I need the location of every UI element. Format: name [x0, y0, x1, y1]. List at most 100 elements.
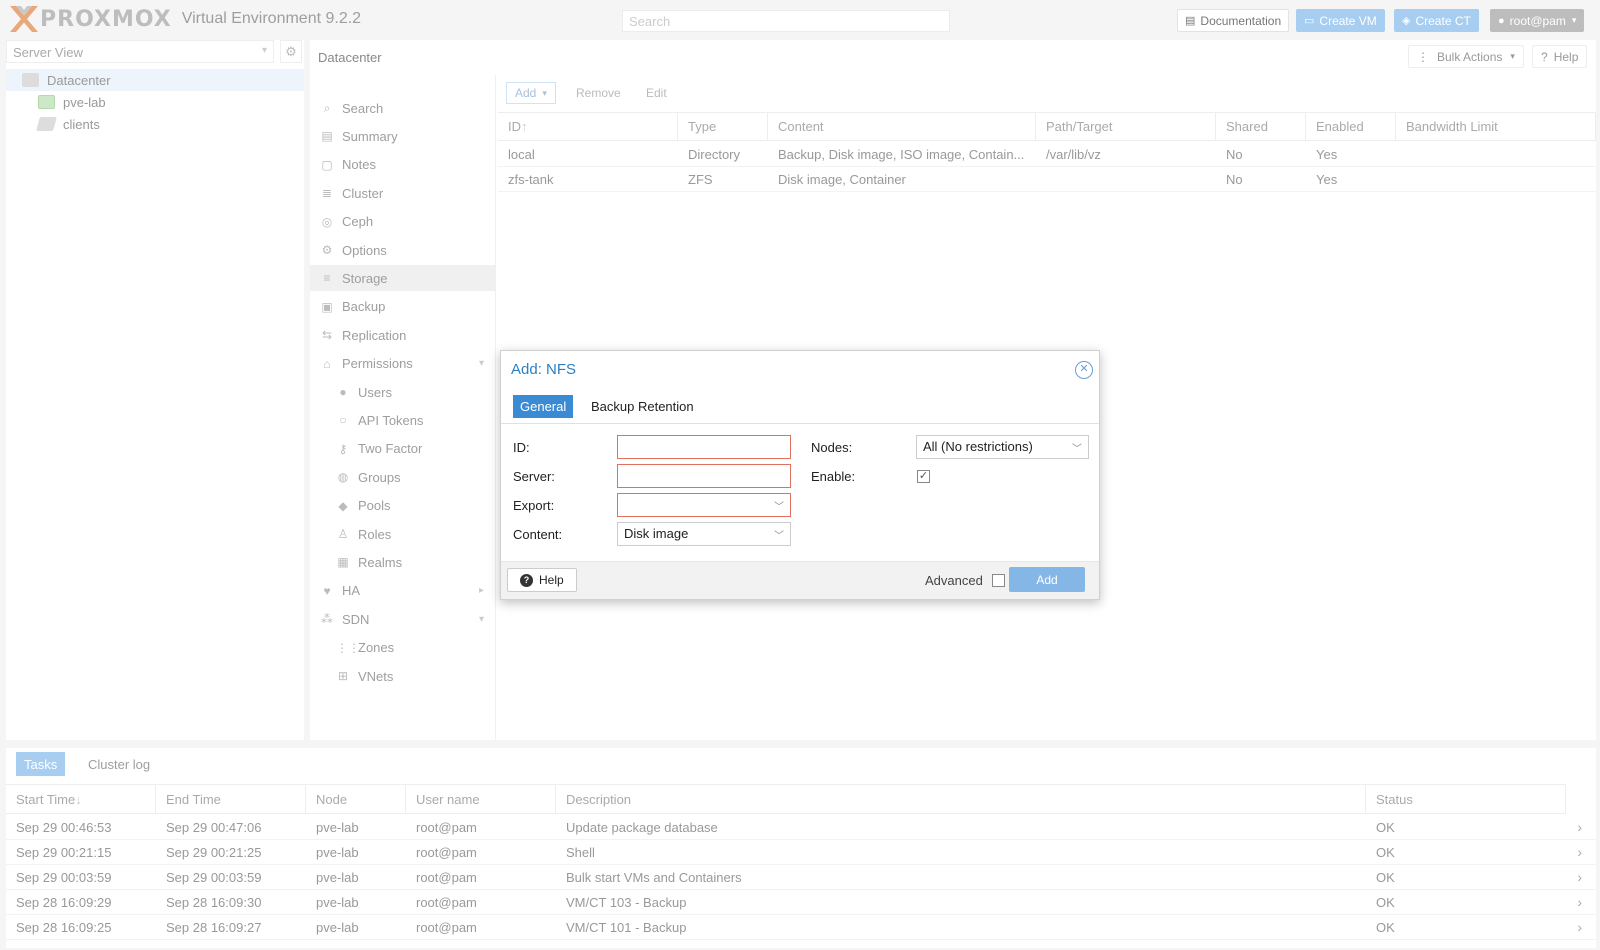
chevron-right-icon[interactable]: ›	[1577, 869, 1582, 885]
nav-item-pools[interactable]: ◆ Pools	[310, 493, 496, 519]
remove-button[interactable]: Remove	[568, 82, 629, 104]
server-input[interactable]	[617, 464, 791, 488]
log-cell: Shell	[566, 845, 595, 860]
nav-item-zones[interactable]: ⋮⋮ Zones	[310, 635, 496, 661]
nav-item-sdn[interactable]: ⁂ SDN ▾	[310, 606, 496, 632]
nav-item-two-factor[interactable]: ⚷ Two Factor	[310, 436, 496, 462]
nav-item-vnets[interactable]: ⊞ VNets	[310, 663, 496, 689]
tree-item-clients[interactable]: clients	[6, 113, 304, 135]
add-nfs-dialog: Add: NFS ✕ General Backup Retention ID: …	[500, 350, 1100, 600]
log-header-status[interactable]: Status	[1366, 784, 1566, 814]
nav-item-notes[interactable]: ▢ Notes	[310, 152, 496, 178]
content-select[interactable]: Disk image ﹀	[617, 522, 791, 546]
table-row[interactable]: zfs-tank ZFS Disk image, Container No Yes	[498, 167, 1596, 192]
log-cell: Sep 29 00:21:15	[16, 845, 112, 860]
male-icon: ♙	[337, 527, 349, 541]
log-row[interactable]: Sep 28 16:09:25 Sep 28 16:09:27 pve-lab roo…	[6, 915, 1596, 940]
column-header-type[interactable]: Type	[678, 112, 768, 141]
nav-item-users[interactable]: ● Users	[310, 379, 496, 405]
tree-item-pve-lab[interactable]: pve-lab	[6, 91, 304, 113]
note-icon: ▢	[321, 157, 333, 172]
nav-item-search[interactable]: ⌕ Search	[310, 95, 496, 121]
column-header-content[interactable]: Content	[768, 112, 1036, 141]
advanced-checkbox[interactable]	[992, 574, 1005, 587]
create-ct-button[interactable]: ◈ Create CT	[1394, 9, 1479, 32]
nav-item-label: Storage	[342, 270, 388, 286]
column-header-id[interactable]: ID ↑	[498, 112, 678, 141]
dialog-help-button[interactable]: ? Help	[507, 568, 577, 592]
log-header-start-time[interactable]: Start Time ↓	[6, 784, 156, 814]
chevron-right-icon[interactable]: ›	[1577, 919, 1582, 935]
question-circle-icon: ?	[1541, 49, 1548, 64]
nav-item-ceph[interactable]: ◎ Ceph	[310, 209, 496, 235]
chevron-down-icon[interactable]: ▾	[479, 614, 484, 625]
help-button[interactable]: ? Help	[1532, 45, 1588, 68]
global-search-input[interactable]: Search	[622, 10, 950, 32]
column-header-enabled[interactable]: Enabled	[1306, 112, 1396, 141]
log-cell: OK	[1376, 820, 1395, 835]
log-row[interactable]: Sep 29 00:03:59 Sep 29 00:03:59 pve-lab roo…	[6, 865, 1596, 890]
nodes-label: Nodes:	[811, 440, 853, 455]
log-row[interactable]: Sep 28 16:09:29 Sep 28 16:09:30 pve-lab roo…	[6, 890, 1596, 915]
log-header-end-time[interactable]: End Time	[156, 784, 306, 814]
log-row[interactable]: Sep 29 00:21:15 Sep 29 00:21:25 pve-lab roo…	[6, 840, 1596, 865]
column-header-bandwidth-limit[interactable]: Bandwidth Limit	[1396, 112, 1596, 141]
nav-item-options[interactable]: ⚙ Options	[310, 237, 496, 263]
nav-item-realms[interactable]: ▦ Realms	[310, 549, 496, 575]
table-row[interactable]: local Directory Backup, Disk image, ISO im…	[498, 142, 1596, 167]
user-icon: ●	[1498, 14, 1505, 27]
close-icon[interactable]: ✕	[1075, 361, 1093, 379]
add-storage-button[interactable]: Add ▾	[506, 82, 556, 104]
chevron-down-icon[interactable]: ▾	[479, 358, 484, 369]
export-label: Export:	[513, 498, 555, 513]
edit-button[interactable]: Edit	[638, 82, 675, 104]
export-select[interactable]: ﹀	[617, 493, 791, 517]
nav-item-storage[interactable]: ≡ Storage	[310, 265, 496, 292]
log-header-description[interactable]: Description	[556, 784, 1366, 814]
column-header-shared[interactable]: Shared	[1216, 112, 1306, 141]
nav-item-backup[interactable]: ▣ Backup	[310, 294, 496, 320]
tree-item-datacenter[interactable]: Datacenter	[6, 69, 304, 91]
view-selector[interactable]: Server View ▾	[6, 40, 274, 63]
bulk-actions-button[interactable]: ⋮ Bulk Actions ▾	[1408, 45, 1524, 68]
tab-cluster-log[interactable]: Cluster log	[80, 752, 158, 776]
dialog-add-button[interactable]: Add	[1009, 567, 1085, 592]
log-row[interactable]: Sep 29 00:46:53 Sep 29 00:47:06 pve-lab roo…	[6, 815, 1596, 840]
table-cell: Backup, Disk image, ISO image, Contain..…	[768, 142, 1036, 167]
chevron-right-icon[interactable]: ›	[1577, 894, 1582, 910]
nav-item-summary[interactable]: ▤ Summary	[310, 123, 496, 149]
chevron-right-icon[interactable]: ›	[1577, 844, 1582, 860]
tree-settings-gear-icon[interactable]: ⚙	[280, 40, 302, 63]
nav-item-permissions[interactable]: ⌂ Permissions ▾	[310, 351, 496, 377]
log-cell: Sep 29 00:46:53	[16, 820, 112, 835]
log-cell: pve-lab	[316, 870, 359, 885]
heartbeat-icon: ♥	[323, 583, 331, 598]
tab-backup-retention[interactable]: Backup Retention	[584, 395, 701, 418]
nav-item-groups[interactable]: ◍ Groups	[310, 464, 496, 490]
id-input[interactable]	[617, 435, 791, 459]
nodes-select[interactable]: All (No restrictions) ﹀	[916, 435, 1089, 459]
tab-tasks[interactable]: Tasks	[16, 752, 66, 776]
nav-item-ha[interactable]: ♥ HA ▸	[310, 578, 496, 604]
nav-item-label: Options	[342, 242, 387, 258]
nav-item-cluster[interactable]: ≣ Cluster	[310, 180, 496, 206]
column-header-path-target[interactable]: Path/Target	[1036, 112, 1216, 141]
tab-general[interactable]: General	[513, 395, 574, 418]
nav-item-replication[interactable]: ⇆ Replication	[310, 322, 496, 348]
nav-item-label: Pools	[358, 498, 391, 514]
chevron-right-icon[interactable]: ▸	[479, 585, 484, 596]
enable-checkbox[interactable]: ✓	[917, 470, 930, 483]
nav-item-api-tokens[interactable]: ○ API Tokens	[310, 407, 496, 433]
version-label: Virtual Environment 9.2.2	[181, 10, 362, 27]
log-cell: root@pam	[416, 920, 477, 935]
log-header-user-name[interactable]: User name	[406, 784, 556, 814]
nav-item-roles[interactable]: ♙ Roles	[310, 521, 496, 547]
create-vm-button[interactable]: ▭ Create VM	[1296, 9, 1385, 32]
user-menu-button[interactable]: ● root@pam ▾	[1490, 9, 1585, 32]
content-label: Content:	[513, 527, 563, 542]
log-cell: root@pam	[416, 870, 477, 885]
log-header-node[interactable]: Node	[306, 784, 406, 814]
chevron-right-icon[interactable]: ›	[1577, 819, 1582, 835]
log-cell: Sep 28 16:09:29	[16, 895, 112, 910]
documentation-button[interactable]: ▤ Documentation	[1177, 9, 1290, 32]
